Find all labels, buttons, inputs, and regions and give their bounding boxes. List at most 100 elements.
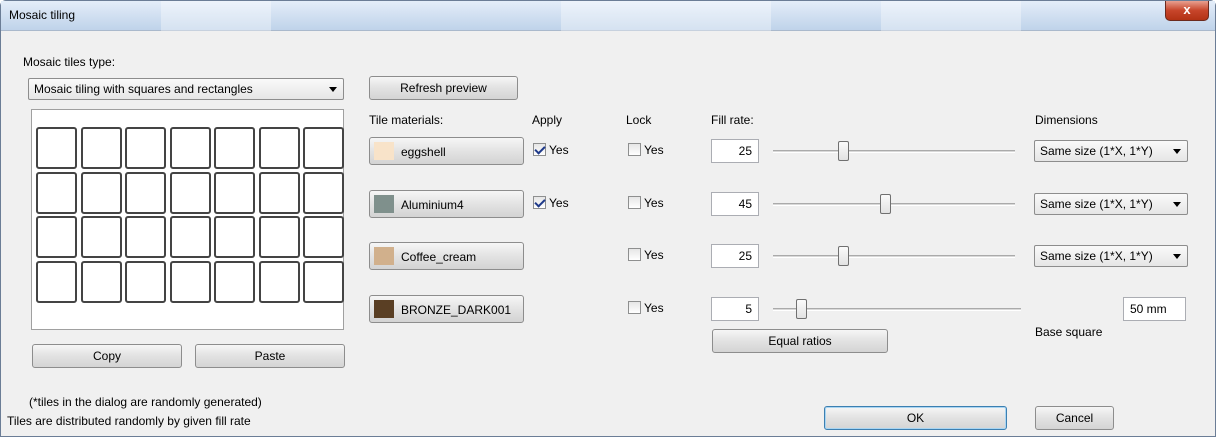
preview-tile	[169, 127, 211, 169]
preview-tile	[214, 171, 255, 214]
preview-tile	[214, 127, 255, 169]
dialog-window: Mosaic tiling x Mosaic tiles type: Mosai…	[0, 0, 1216, 437]
apply-label: Yes	[549, 196, 569, 210]
material-swatch	[374, 142, 394, 160]
preview-tile	[258, 171, 300, 214]
lock-checkbox[interactable]	[628, 143, 641, 156]
lock-label: Yes	[644, 196, 664, 210]
apply-checkbox[interactable]	[533, 196, 546, 209]
close-icon: x	[1183, 2, 1191, 17]
preview-tile	[36, 171, 77, 214]
material-swatch	[374, 300, 394, 318]
material-swatch	[374, 247, 394, 265]
copy-button[interactable]: Copy	[32, 344, 182, 368]
preview-tile	[36, 127, 77, 169]
title-bar-glass	[561, 1, 771, 31]
refresh-preview-button[interactable]: Refresh preview	[369, 76, 518, 100]
lock-label: Yes	[644, 143, 664, 157]
fill-rate-slider-track[interactable]	[773, 203, 1015, 206]
lock-label: Yes	[644, 248, 664, 262]
dimensions-select[interactable]: Same size (1*X, 1*Y)	[1034, 140, 1188, 162]
paste-button[interactable]: Paste	[195, 344, 345, 368]
preview-tile	[80, 171, 122, 214]
chevron-down-icon	[329, 87, 337, 92]
preview-tile	[258, 127, 300, 169]
fill-rate-slider-thumb[interactable]	[838, 246, 849, 266]
material-name: Coffee_cream	[401, 250, 477, 264]
lock-checkbox[interactable]	[628, 248, 641, 261]
preview-tile	[303, 260, 344, 303]
material-button[interactable]: Aluminium4	[369, 190, 524, 218]
preview-tile	[303, 127, 344, 169]
window-title: Mosaic tiling	[9, 8, 76, 22]
preview-tile	[125, 171, 166, 214]
dimensions-value: Same size (1*X, 1*Y)	[1040, 249, 1153, 263]
apply-label: Yes	[549, 143, 569, 157]
preview-tile	[169, 171, 211, 214]
lock-checkbox[interactable]	[628, 301, 641, 314]
tiles-preview	[31, 109, 344, 330]
preview-tile	[80, 260, 122, 303]
title-bar: Mosaic tiling x	[1, 1, 1215, 31]
status-text: Tiles are distributed randomly by given …	[7, 414, 251, 428]
preview-tile	[125, 216, 166, 258]
title-bar-glass	[161, 1, 271, 31]
cancel-button[interactable]: Cancel	[1035, 406, 1114, 430]
fill-rate-slider-thumb[interactable]	[838, 141, 849, 161]
preview-tile	[303, 216, 344, 258]
fill-rate-header: Fill rate:	[711, 113, 754, 127]
base-square-input[interactable]: 50 mm	[1123, 297, 1186, 321]
chevron-down-icon	[1173, 202, 1181, 207]
preview-tile	[303, 171, 344, 214]
material-swatch	[374, 195, 394, 213]
material-name: Aluminium4	[401, 198, 464, 212]
fill-rate-slider-track[interactable]	[773, 255, 1015, 258]
preview-tile	[214, 260, 255, 303]
apply-checkbox[interactable]	[533, 143, 546, 156]
fill-rate-slider-track[interactable]	[773, 150, 1015, 153]
fill-rate-input[interactable]: 25	[711, 139, 759, 163]
tile-materials-header: Tile materials:	[369, 113, 444, 127]
fill-rate-input[interactable]: 5	[711, 297, 759, 321]
dialog-content: Mosaic tiles type: Mosaic tiling with sq…	[8, 31, 1208, 431]
apply-header: Apply	[532, 113, 563, 127]
tiles-type-label: Mosaic tiles type:	[23, 55, 116, 69]
dimensions-select[interactable]: Same size (1*X, 1*Y)	[1034, 245, 1188, 267]
close-button[interactable]: x	[1165, 1, 1209, 21]
material-name: BRONZE_DARK001	[401, 303, 512, 317]
preview-tile	[36, 216, 77, 258]
dimensions-value: Same size (1*X, 1*Y)	[1040, 197, 1153, 211]
material-button[interactable]: Coffee_cream	[369, 242, 524, 270]
material-name: eggshell	[401, 145, 446, 159]
fill-rate-slider-thumb[interactable]	[795, 299, 807, 319]
lock-checkbox[interactable]	[628, 196, 641, 209]
preview-tile	[125, 260, 166, 303]
fill-rate-slider-thumb[interactable]	[880, 194, 892, 214]
ok-button[interactable]: OK	[824, 406, 1007, 430]
preview-tile	[80, 216, 122, 258]
dimensions-select[interactable]: Same size (1*X, 1*Y)	[1034, 193, 1188, 215]
base-square-label: Base square	[1035, 325, 1103, 339]
tiles-type-value: Mosaic tiling with squares and rectangle…	[34, 82, 253, 96]
preview-tile	[169, 260, 211, 303]
material-button[interactable]: BRONZE_DARK001	[369, 295, 524, 323]
lock-header: Lock	[626, 113, 652, 127]
dimensions-header: Dimensions	[1035, 113, 1098, 127]
fill-rate-input[interactable]: 25	[711, 244, 759, 268]
chevron-down-icon	[1173, 254, 1181, 259]
material-button[interactable]: eggshell	[369, 137, 524, 165]
tiles-type-select[interactable]: Mosaic tiling with squares and rectangle…	[28, 78, 344, 100]
dimensions-value: Same size (1*X, 1*Y)	[1040, 144, 1153, 158]
lock-label: Yes	[644, 301, 664, 315]
preview-tile	[80, 127, 122, 169]
fill-rate-slider-track[interactable]	[773, 308, 1021, 311]
preview-tile	[258, 260, 300, 303]
title-bar-glass	[881, 1, 1021, 31]
preview-tile	[125, 127, 166, 169]
equal-ratios-button[interactable]: Equal ratios	[712, 329, 888, 353]
random-note: (*tiles in the dialog are randomly gener…	[29, 395, 262, 409]
chevron-down-icon	[1173, 149, 1181, 154]
fill-rate-input[interactable]: 45	[711, 192, 759, 216]
preview-tile	[169, 216, 211, 258]
preview-tile	[36, 260, 77, 303]
